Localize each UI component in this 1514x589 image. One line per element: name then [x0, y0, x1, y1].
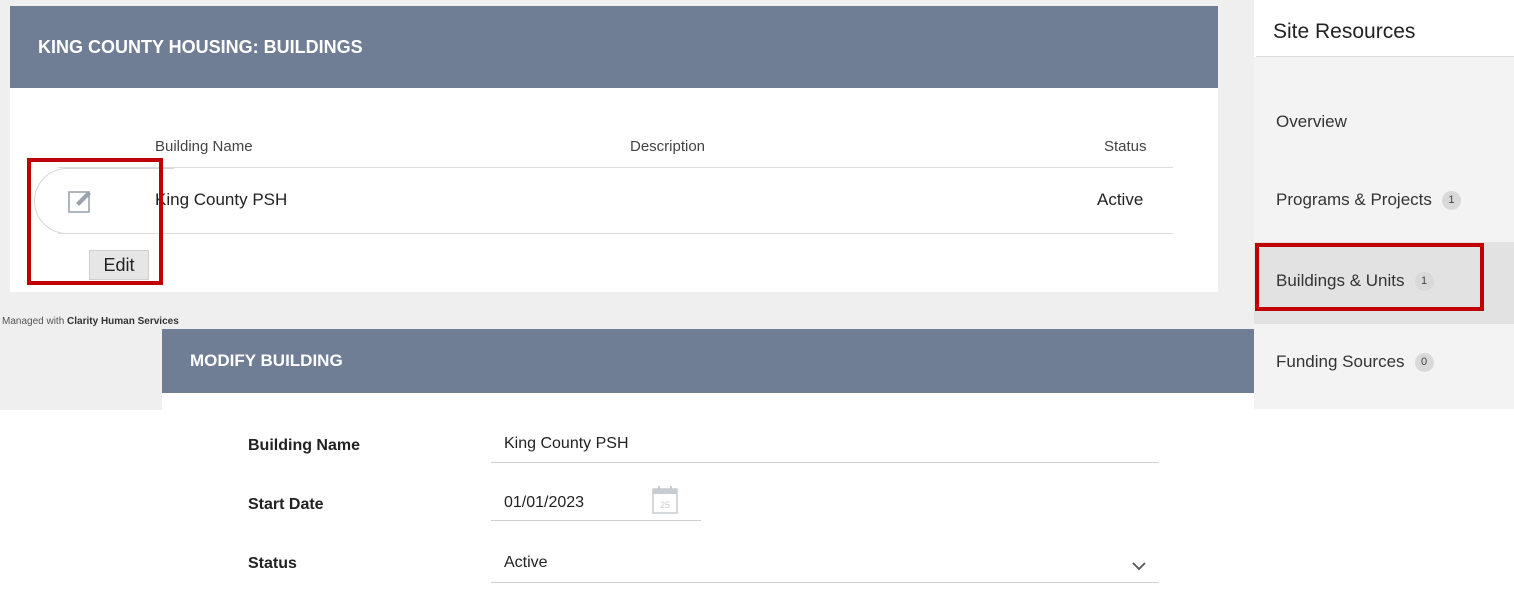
footer-prefix: Managed with — [2, 316, 65, 327]
status-select[interactable]: Active — [504, 554, 548, 572]
start-date-label: Start Date — [248, 496, 324, 513]
footer-brand: Clarity Human Services — [67, 316, 179, 327]
start-date-input[interactable]: 01/01/2023 — [504, 494, 584, 512]
row-divider — [58, 167, 1173, 168]
count-badge: 0 — [1414, 352, 1434, 372]
sidebar-title: Site Resources — [1273, 20, 1416, 43]
sidebar-item-funding-sources[interactable]: Funding Sources 0 — [1276, 352, 1434, 372]
column-header-description[interactable]: Description — [630, 138, 705, 155]
footer-text: Managed with Clarity Human Services — [2, 316, 179, 327]
sidebar-item-label: Funding Sources — [1276, 352, 1405, 371]
modify-building-panel: MODIFY BUILDING — [162, 329, 1258, 589]
building-name-label: Building Name — [248, 437, 361, 454]
buildings-units-highlight-box — [1255, 243, 1484, 311]
calendar-icon-day: 25 — [660, 500, 670, 510]
column-header-status[interactable]: Status — [1104, 138, 1147, 155]
sidebar-item-programs-projects[interactable]: Programs & Projects 1 — [1276, 190, 1461, 210]
building-name-underline — [491, 462, 1159, 463]
start-date-underline — [491, 520, 701, 521]
building-name-input[interactable]: King County PSH — [504, 435, 629, 453]
sidebar-item-label: Overview — [1276, 112, 1347, 131]
row-divider — [58, 233, 1173, 234]
count-badge: 1 — [1441, 190, 1461, 210]
status-underline — [491, 582, 1159, 583]
modify-header: MODIFY BUILDING — [162, 329, 1258, 393]
row-building-name[interactable]: King County PSH — [155, 190, 287, 210]
edit-highlight-box — [27, 158, 163, 285]
calendar-icon[interactable]: 25 — [651, 483, 679, 515]
sidebar-item-label: Programs & Projects — [1276, 190, 1432, 209]
buildings-header: KING COUNTY HOUSING: BUILDINGS — [10, 6, 1218, 88]
chevron-down-icon[interactable] — [1131, 560, 1147, 572]
sidebar-item-overview[interactable]: Overview — [1276, 112, 1347, 132]
row-status: Active — [1097, 190, 1144, 209]
status-label: Status — [248, 555, 297, 572]
column-header-building-name[interactable]: Building Name — [155, 138, 253, 155]
